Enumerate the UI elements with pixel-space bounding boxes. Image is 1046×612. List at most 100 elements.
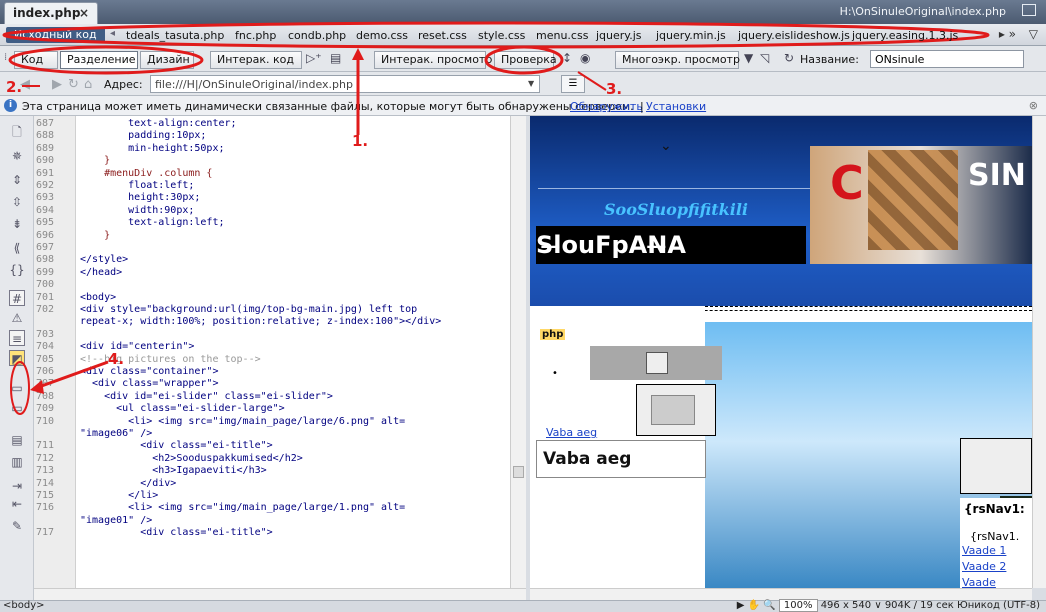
code-line[interactable]: float:left; [80,180,194,191]
zoom-tool-icon[interactable]: 🔍 [763,600,775,611]
syntax-error-icon[interactable]: ◩ [9,350,25,366]
php-tag[interactable]: php [540,329,566,340]
address-dropdown-icon[interactable]: ▼ [528,79,534,88]
close-icon[interactable]: × [79,6,89,20]
collapse-tag-icon[interactable]: ⇕ [9,172,25,188]
related-file-1[interactable]: fnc.php [235,29,276,42]
code-line[interactable]: </style> [80,254,128,265]
expand-all-icon[interactable]: ⇟ [9,216,25,232]
related-file-2[interactable]: condb.php [288,29,346,42]
code-line[interactable]: text-align:center; [80,118,236,129]
code-line[interactable]: </head> [80,267,122,278]
design-vertical-scrollbar[interactable] [1032,116,1046,588]
code-line[interactable]: <h2>Sooduspakkumised</h2> [80,453,303,464]
inspect-icon[interactable]: ▷⁺ [306,51,322,65]
related-file-3[interactable]: demo.css [356,29,408,42]
address-input[interactable] [150,75,540,93]
recent-snippets-icon[interactable]: ▥ [9,454,25,470]
code-line[interactable]: </div> [80,478,176,489]
code-line[interactable]: <div class="ei-title"> [80,527,272,538]
zoom-select[interactable]: 100% [778,599,818,612]
forward-icon[interactable]: ▶ [52,77,62,92]
code-line[interactable]: <li> <img src="img/main_page/large/1.png… [80,502,405,513]
multiscreen-small-icon[interactable]: ▤ [330,51,341,65]
balance-braces-icon[interactable]: {} [9,262,25,278]
title-input[interactable] [870,50,1024,68]
related-file-0[interactable]: tdeals_tasuta.php [126,29,224,42]
code-line[interactable]: #menuDiv .column { [80,168,212,179]
code-view-button[interactable]: Код [14,51,58,69]
code-line[interactable]: <div id="centerin"> [80,341,194,352]
related-file-5[interactable]: style.css [478,29,525,42]
collapse-selection-icon[interactable]: ⇳ [9,194,25,210]
code-line[interactable]: "image01" /> [80,515,152,526]
code-line[interactable]: <body> [80,292,116,303]
code-line[interactable]: } [80,230,110,241]
line-numbers-icon[interactable]: # [9,290,25,306]
vaba-aeg-link[interactable]: Vaba aeg [546,426,597,439]
filter-icon[interactable]: ▽ [1029,27,1038,41]
related-file-6[interactable]: menu.css [536,29,588,42]
code-line[interactable]: <div style="background:url(img/top-bg-ma… [80,304,417,315]
related-file-8[interactable]: jquery.min.js [656,29,726,42]
live-view-button[interactable]: Интерак. просмотр [374,51,492,69]
outdent-icon[interactable]: ⇤ [9,496,25,512]
code-horizontal-scrollbar[interactable] [34,588,526,600]
word-wrap-icon[interactable]: ≡ [9,330,25,346]
vaba-aeg-box[interactable]: Vaba aeg [536,440,706,478]
code-line[interactable]: } [80,155,110,166]
source-code-button[interactable]: Исходный код [6,27,105,43]
code-line[interactable]: width:90px; [80,205,194,216]
refresh-icon[interactable]: ↻ [784,51,794,65]
code-line[interactable]: <div class="wrapper"> [80,378,218,389]
related-file-4[interactable]: reset.css [418,29,467,42]
stop-icon[interactable]: ↻ [68,77,79,92]
design-view-button[interactable]: Дизайн [140,51,194,69]
design-view[interactable]: ⌄ SooSluopfifitkili Sl̶ouFpAN̶A C SIN ph… [530,116,1032,588]
close-info-icon[interactable]: ⊗ [1029,99,1038,112]
code-line[interactable]: <h3>Igapaeviti</h3> [80,465,266,476]
visual-aids-icon[interactable]: ◹ [760,51,769,65]
code-line[interactable]: repeat-x; width:100%; position:relative;… [80,316,441,327]
scroll-left-icon[interactable]: ◂ [110,28,115,39]
multiscreen-button[interactable]: Многоэкр. просмотр [615,51,740,69]
code-line[interactable]: <div id="ei-slider" class="ei-slider"> [80,391,333,402]
remove-comment-icon[interactable]: ▭ [9,400,25,416]
live-code-button[interactable]: Интерак. код [210,51,302,69]
image-placeholder-3[interactable] [960,438,1032,494]
format-source-icon[interactable]: ✎ [9,518,25,534]
preview-browser-icon[interactable]: ◉ [580,51,590,65]
code-line[interactable]: </li> [80,490,158,501]
wrap-tag-icon[interactable]: ▤ [9,432,25,448]
home-icon[interactable]: ⌂ [84,77,92,92]
code-line[interactable]: "image06" /> [80,428,152,439]
scroll-thumb[interactable] [513,466,524,478]
code-line[interactable]: padding:10px; [80,130,206,141]
tab-index-php[interactable]: index.php × [4,2,98,24]
image-placeholder-2[interactable] [636,384,716,436]
nav-link[interactable]: Vaade 2 [962,560,1006,573]
split-view-button[interactable]: Разделение [60,51,138,69]
code-line[interactable]: height:30px; [80,192,200,203]
code-line[interactable]: text-align:left; [80,217,224,228]
related-file-7[interactable]: jquery.js [596,29,642,42]
select-tool-icon[interactable]: ▶ [737,600,745,611]
file-management-icon[interactable]: ↕ [562,51,572,65]
nav-link[interactable]: Vaade 1 [962,544,1006,557]
dropdown-icon[interactable]: ▼ [744,51,753,65]
settings-link[interactable]: Установки [646,100,706,113]
restore-window-icon[interactable] [1022,4,1036,16]
code-editor[interactable]: text-align:center; padding:10px; min-hei… [76,116,510,588]
image-placeholder-1[interactable] [590,346,722,380]
hand-tool-icon[interactable]: ✋ [748,600,760,611]
tag-selector[interactable]: <body> [3,600,45,611]
indent-icon[interactable]: ⇥ [9,478,25,494]
related-file-9[interactable]: jquery.eislideshow.js [738,29,850,42]
discover-link[interactable]: Обнаружить [570,100,643,113]
nav-link[interactable]: Vaade [962,576,996,588]
highlight-invalid-icon[interactable]: ⚠ [9,310,25,326]
check-button[interactable]: Проверка [494,51,557,69]
view-options-button[interactable]: ☰ [561,75,585,93]
code-line[interactable]: min-height:50px; [80,143,224,154]
code-line[interactable]: <li> <img src="img/main_page/large/6.png… [80,416,405,427]
